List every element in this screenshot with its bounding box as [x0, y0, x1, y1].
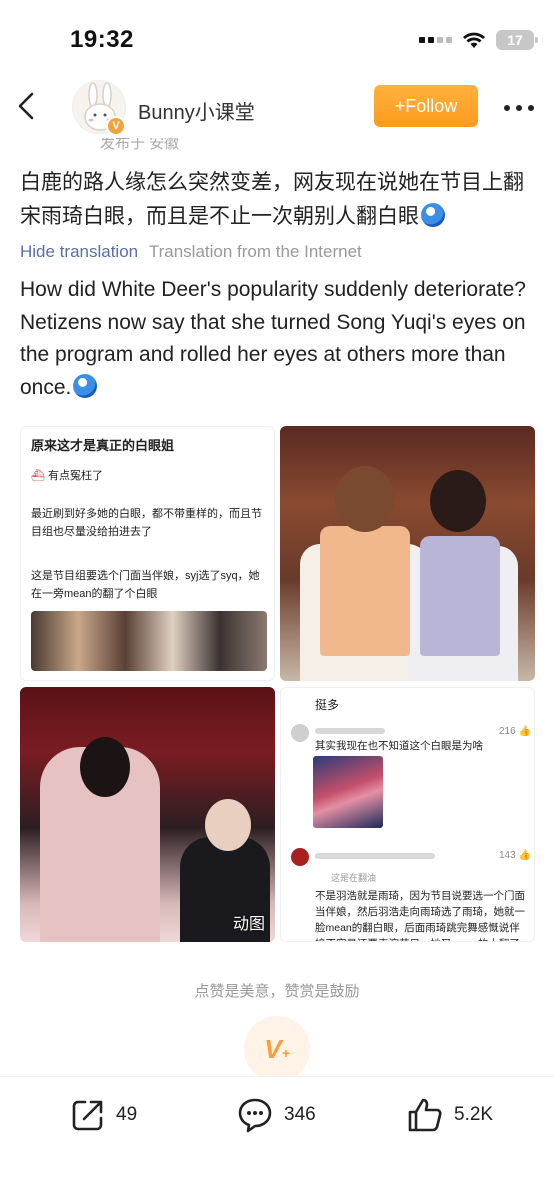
- comment-2-name: [315, 853, 435, 859]
- comment-button[interactable]: 346: [236, 1095, 316, 1135]
- image-1-line3: 这是节目组要选个门面当伴娘，syj选了syq，她在一旁mean的翻了个白眼: [31, 570, 260, 600]
- battery-icon: 17: [496, 30, 538, 50]
- comment-1-likes: 216 👍: [499, 726, 531, 737]
- username[interactable]: Bunny小课堂: [138, 96, 255, 125]
- battery-level: 17: [507, 32, 523, 48]
- image-4-comments[interactable]: 挺多 216 👍 其实我现在也不知道这个白眼是为啥 143 👍 这是在翻油 不是…: [280, 687, 535, 942]
- status-icons: 17: [419, 30, 538, 50]
- comment-1-avatar: [291, 724, 309, 742]
- post-title-zh: 白鹿的路人缘怎么突然变差，网友现在说她在节目上翻宋雨琦白眼，而且是不止一次朝别人…: [20, 166, 536, 234]
- doraemon-emoji-icon: [421, 203, 445, 227]
- image-1-screenshot[interactable]: 原来这才是真正的白眼姐 ⛴ 有点冤枉了 最近刷到好多她的白眼，都不带重样的，而且…: [20, 426, 275, 681]
- status-bar: 19:32 17: [0, 0, 554, 72]
- image-1-title: 原来这才是真正的白眼姐: [31, 438, 175, 453]
- image-1-line2: 最近刷到好多她的白眼，都不带重样的，而且节目组也尽量没给拍进去了: [31, 508, 262, 538]
- post-title-zh-text: 白鹿的路人缘怎么突然变差，网友现在说她在节目上翻宋雨琦白眼，而且是不止一次朝别人…: [20, 171, 524, 228]
- comment-2-avatar: [291, 848, 309, 866]
- wifi-icon: [463, 32, 485, 48]
- translation-source: Translation from the Internet: [148, 242, 362, 261]
- image-grid: 原来这才是真正的白眼姐 ⛴ 有点冤枉了 最近刷到好多她的白眼，都不带重样的，而且…: [20, 426, 536, 944]
- reward-text: 点赞是美意，赞赏是鼓励: [194, 983, 360, 1000]
- post-title-en: How did White Deer's popularity suddenly…: [20, 274, 536, 404]
- back-arrow-icon[interactable]: [14, 90, 40, 122]
- orange-vest: [320, 526, 410, 656]
- more-options-icon[interactable]: [504, 105, 534, 111]
- follow-button[interactable]: +Follow: [374, 85, 478, 127]
- status-time: 19:32: [70, 26, 134, 53]
- comment-2-likes: 143 👍: [499, 850, 531, 861]
- hide-translation-link[interactable]: Hide translation: [20, 242, 138, 261]
- post-header: V Bunny小课堂 +Follow: [0, 72, 554, 142]
- gif-badge: 动图: [232, 916, 265, 933]
- share-button[interactable]: 49: [70, 1095, 137, 1135]
- share-icon: [72, 1100, 103, 1131]
- image-1-line1: ⛴ 有点冤枉了: [31, 470, 104, 482]
- doraemon-emoji-icon-2: [73, 373, 98, 398]
- like-button[interactable]: 5.2K: [406, 1095, 493, 1135]
- post-content: 白鹿的路人缘怎么突然变差，网友现在说她在节目上翻宋雨琦白眼，而且是不止一次朝别人…: [20, 166, 536, 404]
- bottom-action-bar: 49 346 5.2K: [0, 1076, 554, 1200]
- reward-icon: V+: [264, 1033, 290, 1064]
- comment-2-text: 不是羽浩就是雨琦，因为节目说要选一个门面当伴娘，然后羽浩走向雨琦选了雨琦，她就一…: [315, 890, 525, 941]
- translation-row: Hide translation Translation from the In…: [20, 242, 536, 262]
- head-figure-2: [205, 799, 251, 851]
- comment-1-name: [315, 728, 385, 734]
- reward-button[interactable]: V+: [244, 1016, 310, 1082]
- head-right: [430, 470, 486, 532]
- thumbs-up-icon: [408, 1098, 442, 1132]
- comment-count: 346: [284, 1104, 316, 1125]
- image-1-thumbnail: [31, 611, 267, 671]
- share-count: 49: [116, 1104, 138, 1125]
- image-2-photo[interactable]: [280, 426, 535, 681]
- head-figure-1: [80, 737, 130, 797]
- verified-badge-icon: V: [106, 116, 126, 136]
- image-3-gif[interactable]: 动图: [20, 687, 275, 942]
- lavender-vest: [420, 536, 500, 656]
- head-left: [335, 466, 395, 532]
- comment-1-text: 其实我现在也不知道这个白眼是为啥: [315, 740, 483, 752]
- like-count: 5.2K: [454, 1104, 494, 1125]
- cellular-signal-icon: [419, 37, 452, 43]
- comment-1-photo: [313, 756, 383, 828]
- comment-icon: [238, 1098, 272, 1133]
- image-4-header: 挺多: [315, 698, 340, 712]
- comment-2-reply: 这是在翻油: [331, 873, 377, 883]
